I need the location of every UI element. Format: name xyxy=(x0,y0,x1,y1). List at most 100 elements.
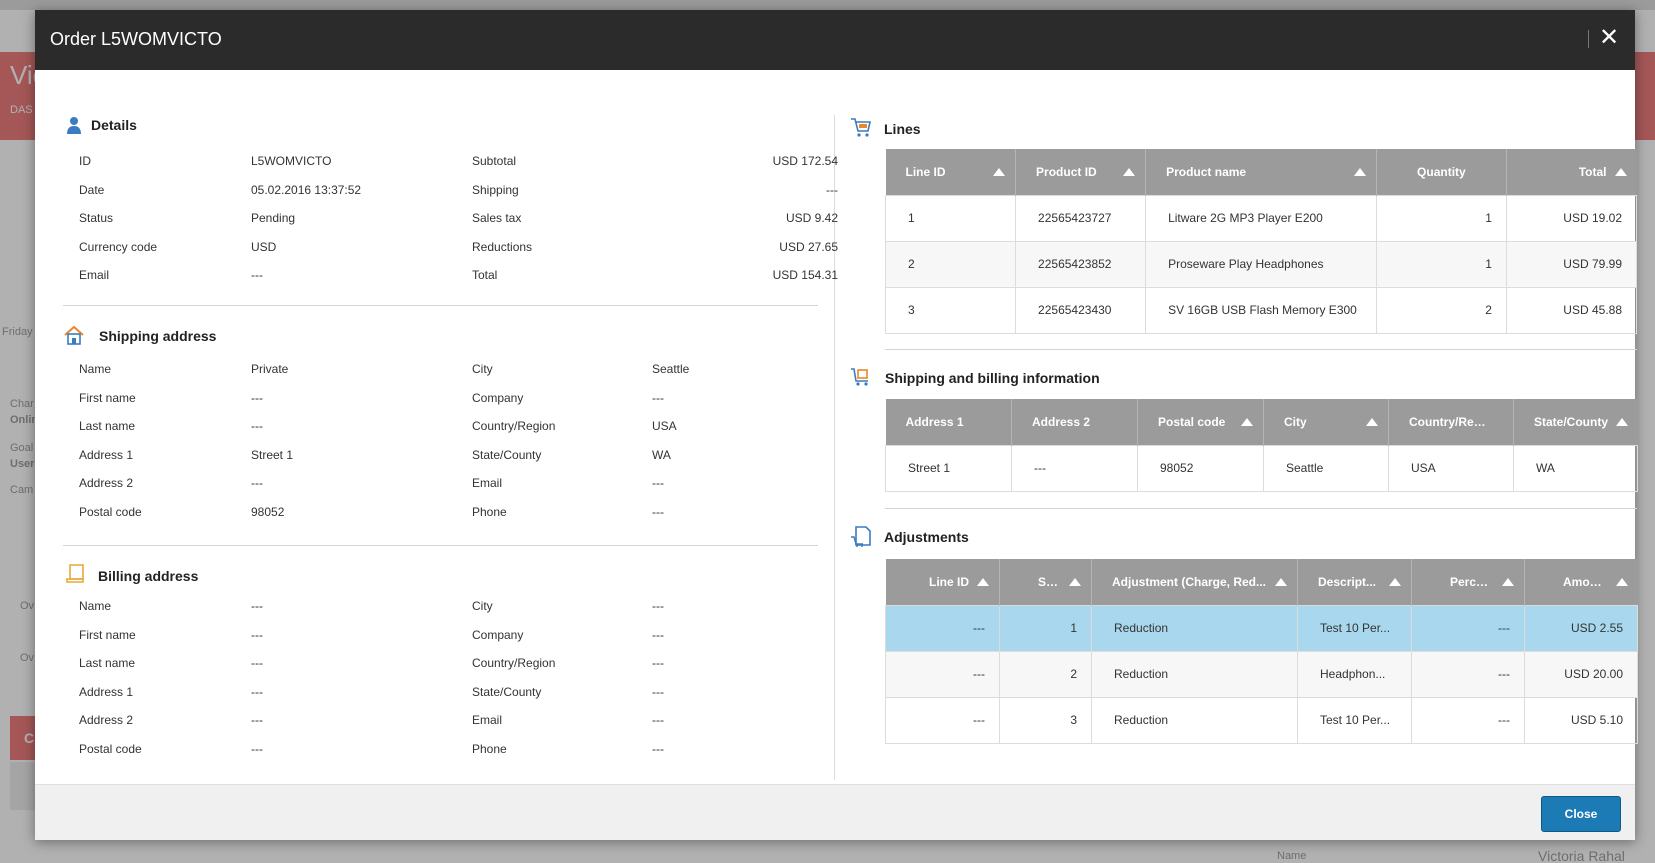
sort-arrow-icon[interactable] xyxy=(1241,418,1253,426)
shipping_billing-column-header[interactable]: Postal code xyxy=(1137,399,1264,445)
table-row[interactable]: 1 22565423727 Litware 2G MP3 Player E200 1 U… xyxy=(884,194,1638,242)
table-row[interactable]: --- 2 Reduction Headphon... --- USD 20.00 xyxy=(885,650,1638,698)
lines-column-header[interactable]: Quantity xyxy=(1376,149,1507,195)
table-cell: 2 xyxy=(999,650,1092,698)
table-cell: USD 2.55 xyxy=(1524,604,1638,652)
table-row[interactable]: --- 3 Reduction Test 10 Per... --- USD 5.10 xyxy=(885,696,1638,744)
billing-field-value: --- xyxy=(251,627,263,642)
sort-arrow-icon[interactable] xyxy=(993,168,1006,176)
sort-arrow-icon[interactable] xyxy=(1389,578,1401,586)
details-field-value: --- xyxy=(251,268,263,282)
table-row[interactable]: 2 22565423852 Proseware Play Headphones 1 US… xyxy=(884,240,1638,288)
dialog-footer: Close xyxy=(35,784,1635,840)
lines-column-header[interactable]: Product name xyxy=(1145,149,1377,195)
shipping-field-label: First name xyxy=(79,390,136,405)
lines-column-header[interactable]: Line ID xyxy=(885,149,1017,195)
lines-table: Line ID Product ID Product name Quantity Tot… xyxy=(884,149,1638,334)
column-header-label: Address 2 xyxy=(1032,415,1091,430)
adjustments-title: Adjustments xyxy=(884,529,969,545)
table-cell: 3 xyxy=(999,696,1092,744)
shipping_billing-column-header[interactable]: Address 2 xyxy=(1011,399,1138,445)
adjustments-column-header[interactable]: Seq... xyxy=(999,559,1092,605)
adjustment-document-icon xyxy=(851,526,871,547)
divider xyxy=(63,545,818,546)
details-field-label: Subtotal xyxy=(472,154,517,168)
sort-arrow-icon[interactable] xyxy=(1614,168,1627,176)
column-header-label: Postal code xyxy=(1158,415,1226,430)
shipping-field-label: Phone xyxy=(472,504,507,519)
billing-field-label: Phone xyxy=(472,741,507,756)
table-cell: Litware 2G MP3 Player E200 xyxy=(1145,194,1377,242)
shipping_billing-column-header[interactable]: City xyxy=(1263,399,1389,445)
sort-arrow-icon[interactable] xyxy=(1615,418,1628,426)
billing-field-label: State/County xyxy=(472,684,542,699)
column-header-label: Percent... xyxy=(1450,575,1494,590)
table-cell: 22565423727 xyxy=(1015,194,1147,242)
sort-arrow-icon[interactable] xyxy=(1123,168,1136,176)
shipping-billing-title: Shipping and billing information xyxy=(885,370,1100,386)
table-cell: USD 45.88 xyxy=(1505,286,1638,334)
sort-arrow-icon[interactable] xyxy=(1502,578,1514,586)
table-cell: 3 xyxy=(884,286,1017,334)
column-header-label: Adjustment (Charge, Red... xyxy=(1112,575,1267,590)
adjustments-column-header[interactable]: Descript... xyxy=(1297,559,1412,605)
lines-title: Lines xyxy=(884,121,921,137)
billing-field-label: First name xyxy=(79,627,136,642)
shipping-address-title: Shipping address xyxy=(99,328,217,344)
adjustments-column-header[interactable]: Adjustment (Charge, Red... xyxy=(1091,559,1298,605)
table-cell: 1 xyxy=(884,194,1017,242)
sort-arrow-icon[interactable] xyxy=(1366,418,1378,426)
shipping_billing-column-header[interactable]: Country/Region xyxy=(1388,399,1514,445)
adjustments-column-header[interactable]: Amount xyxy=(1524,559,1638,605)
divider xyxy=(63,305,818,306)
details-field-value: USD 9.42 xyxy=(785,211,838,225)
billing-field-value: --- xyxy=(652,741,664,756)
billing-field-value: --- xyxy=(652,627,664,642)
sort-arrow-icon[interactable] xyxy=(977,578,989,586)
table-cell: Street 1 xyxy=(885,444,1012,492)
order-dialog: Order L5WOMVICTO ✕ Details ID L5WOMVICTO D… xyxy=(35,10,1638,840)
adjustments-column-header[interactable]: Line ID xyxy=(885,559,1000,605)
details-field-label: Total xyxy=(472,268,498,282)
column-header-label: Quantity xyxy=(1417,165,1466,180)
adjustments-column-header[interactable]: Percent... xyxy=(1411,559,1525,605)
sort-arrow-icon[interactable] xyxy=(1069,578,1081,586)
close-icon[interactable]: ✕ xyxy=(1595,24,1623,52)
sort-arrow-icon[interactable] xyxy=(1353,168,1366,176)
sort-arrow-icon[interactable] xyxy=(1615,578,1628,586)
billing-field-value: --- xyxy=(251,713,263,727)
table-cell: 2 xyxy=(884,240,1017,288)
column-header-label: Product ID xyxy=(1036,165,1097,180)
shipping-field-value: --- xyxy=(251,476,263,490)
table-cell: USA xyxy=(1388,444,1514,492)
table-row[interactable]: Street 1 --- 98052 Seattle USA WA xyxy=(885,444,1638,492)
billing-address-title: Billing address xyxy=(98,568,199,584)
table-cell: 98052 xyxy=(1137,444,1264,492)
shipping-field-value: --- xyxy=(652,476,664,490)
shipping_billing-column-header[interactable]: State/County xyxy=(1513,399,1638,445)
details-field-label: Sales tax xyxy=(472,211,522,225)
shipping_billing-column-header[interactable]: Address 1 xyxy=(885,399,1012,445)
details-field-value: USD 172.54 xyxy=(772,154,838,168)
shipping-field-label: State/County xyxy=(472,447,542,462)
sort-arrow-icon[interactable] xyxy=(1275,578,1287,586)
close-button[interactable]: Close xyxy=(1541,796,1621,832)
column-header-label: Seq... xyxy=(1038,575,1061,590)
column-header-label: Amount xyxy=(1563,575,1608,590)
table-cell: Seattle xyxy=(1263,444,1389,492)
shipping-box-icon xyxy=(851,368,868,386)
dialog-header: Order L5WOMVICTO ✕ xyxy=(35,10,1635,70)
table-cell: 1 xyxy=(999,604,1092,652)
table-cell: --- xyxy=(885,696,1000,744)
details-field-value: L5WOMVICTO xyxy=(251,154,332,168)
shipping-field-value: USA xyxy=(652,419,677,433)
lines-column-header[interactable]: Total xyxy=(1506,149,1637,195)
lines-column-header[interactable]: Product ID xyxy=(1015,149,1147,195)
table-row[interactable]: --- 1 Reduction Test 10 Per... --- USD 2.55 xyxy=(885,604,1638,652)
details-field-value: USD 27.65 xyxy=(779,239,838,254)
billing-field-label: Address 2 xyxy=(79,713,134,727)
table-row[interactable]: 3 22565423430 SV 16GB USB Flash Memory E30… xyxy=(884,286,1638,334)
user-icon xyxy=(67,117,81,134)
column-header-label: Descript... xyxy=(1318,575,1377,590)
details-field-value: USD 154.31 xyxy=(772,268,838,282)
